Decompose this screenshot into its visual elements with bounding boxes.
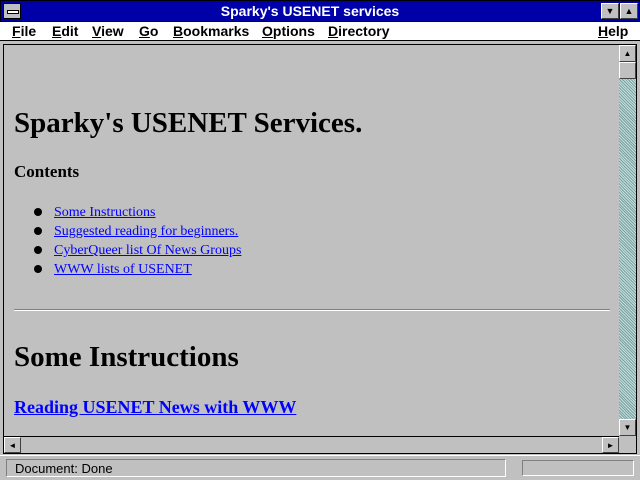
system-menu-button[interactable]	[3, 3, 21, 19]
bullet-icon	[34, 246, 42, 254]
link-suggested-reading[interactable]: Suggested reading for beginners.	[54, 224, 238, 239]
page-title: Sparky's USENET Services.	[14, 107, 363, 139]
list-item: CyberQueer list Of News Groups	[34, 241, 241, 260]
menu-bookmarks[interactable]: Bookmarks	[173, 23, 249, 40]
menu-bar: File Edit View Go Bookmarks Options Dire…	[0, 22, 640, 41]
bullet-icon	[34, 227, 42, 235]
document-content: Sparky's USENET Services. Contents Some …	[4, 45, 618, 436]
section-heading: Some Instructions	[14, 341, 239, 373]
link-some-instructions[interactable]: Some Instructions	[54, 205, 156, 220]
scroll-left-button[interactable]: ◄	[4, 437, 21, 453]
vertical-scrollbar[interactable]: ▲ ▼	[619, 45, 636, 436]
horizontal-scrollbar[interactable]: ◄ ►	[4, 436, 619, 453]
scroll-up-button[interactable]: ▲	[619, 45, 636, 62]
scroll-down-button[interactable]: ▼	[619, 419, 636, 436]
list-item: WWW lists of USENET	[34, 260, 241, 279]
bullet-icon	[34, 265, 42, 273]
link-reading-usenet[interactable]: Reading USENET News with WWW	[14, 397, 296, 418]
menu-file[interactable]: File	[12, 23, 36, 40]
menu-directory[interactable]: Directory	[328, 23, 389, 40]
link-cyberqueer-list[interactable]: CyberQueer list Of News Groups	[54, 243, 241, 258]
menu-view[interactable]: View	[92, 23, 124, 40]
list-item: Some Instructions	[34, 203, 241, 222]
status-text: Document: Done	[6, 459, 506, 477]
title-bar[interactable]: Sparky's USENET services ▼ ▲	[0, 0, 640, 22]
minimize-button[interactable]: ▼	[601, 3, 619, 19]
scroll-right-button[interactable]: ►	[602, 437, 619, 453]
bullet-icon	[34, 208, 42, 216]
link-www-lists[interactable]: WWW lists of USENET	[54, 262, 192, 277]
menu-options[interactable]: Options	[262, 23, 315, 40]
system-menu-icon	[7, 10, 19, 14]
status-bar: Document: Done	[0, 455, 640, 480]
menu-edit[interactable]: Edit	[52, 23, 78, 40]
list-item: Suggested reading for beginners.	[34, 222, 241, 241]
progress-indicator	[522, 460, 634, 476]
horizontal-rule	[14, 309, 610, 311]
window-title: Sparky's USENET services	[220, 3, 400, 19]
contents-heading: Contents	[14, 162, 80, 181]
menu-go[interactable]: Go	[139, 23, 158, 40]
maximize-button[interactable]: ▲	[620, 3, 638, 19]
scrollbar-corner	[619, 436, 636, 453]
contents-list: Some Instructions Suggested reading for …	[34, 203, 241, 279]
menu-help[interactable]: Help	[598, 23, 628, 40]
vertical-scroll-thumb[interactable]	[619, 62, 636, 79]
